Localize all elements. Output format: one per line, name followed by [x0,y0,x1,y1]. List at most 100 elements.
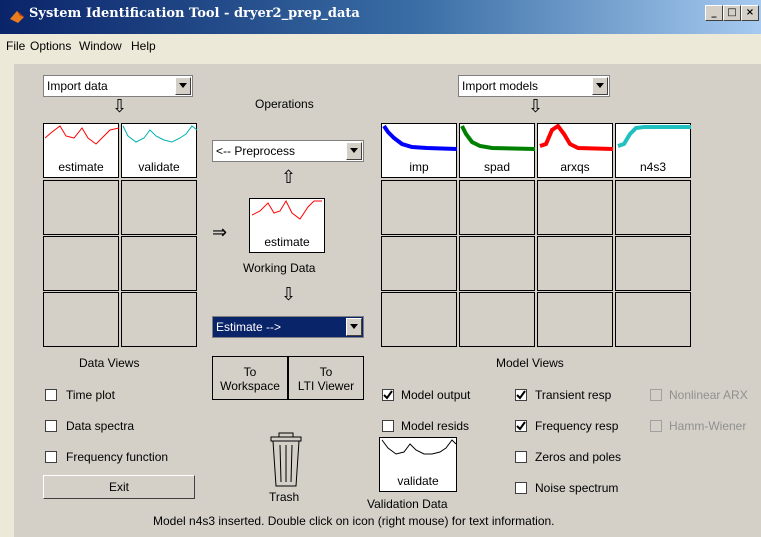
checkmark-icon [516,421,526,431]
maximize-button[interactable]: □ [723,5,741,21]
operations-label: Operations [255,97,314,111]
working-data-plot [251,199,322,220]
model-output-checkbox[interactable] [382,389,394,401]
data-spectra-label: Data spectra [66,419,135,433]
frequency-resp-checkbox[interactable] [515,420,527,432]
hamm-wiener-checkbox[interactable] [650,420,662,432]
model-slot-empty[interactable] [537,292,613,347]
model-slot-empty[interactable] [381,180,457,235]
menu-file[interactable]: File [6,39,25,53]
nonlinear-arx-label: Nonlinear ARX [669,388,748,402]
trash-icon[interactable] [269,432,303,488]
menu-help[interactable]: Help [131,39,156,53]
model-slot-label: n4s3 [639,160,667,174]
preprocess-value: <-- Preprocess [216,144,296,158]
working-data-label: Working Data [243,261,316,275]
title-bar[interactable]: System Identification Tool - dryer2_prep… [0,0,761,34]
estimate-value: Estimate --> [216,320,282,334]
transient-resp-checkbox[interactable] [515,389,527,401]
data-views-title: Data Views [79,356,140,370]
model-slot-empty[interactable] [537,180,613,235]
exit-button[interactable]: Exit [43,475,195,499]
model-slot-empty[interactable] [381,292,457,347]
to-lti-line1: To [319,365,333,379]
data-slot-empty[interactable] [121,292,197,347]
time-plot-checkbox[interactable] [45,389,57,401]
hamm-wiener-label: Hamm-Wiener [669,419,747,433]
validation-data-name: validate [397,474,439,488]
import-data-dropdown[interactable]: Import data [43,75,193,97]
arrow-down-icon: ⇩ [112,96,128,117]
preprocess-dropdown[interactable]: <-- Preprocess [212,140,364,162]
data-slot-empty[interactable] [121,236,197,291]
menu-window[interactable]: Window [79,39,122,53]
model-output-label: Model output [401,388,471,402]
zeros-poles-label: Zeros and poles [535,450,622,464]
estimate-dropdown[interactable]: Estimate --> [212,316,364,338]
estimate-data-plot [44,125,120,145]
arrow-up-icon: ⇧ [281,167,297,188]
trash-label: Trash [269,490,300,504]
model-slot-empty[interactable] [615,236,691,291]
model-slot-empty[interactable] [459,292,535,347]
minimize-button[interactable]: _ [705,5,723,21]
noise-spectrum-checkbox[interactable] [515,482,527,494]
arrow-right-icon: ⇒ [212,222,228,243]
model-slot-empty[interactable] [537,236,613,291]
import-models-dropdown[interactable]: Import models [458,75,610,97]
app-window: System Identification Tool - dryer2_prep… [0,0,761,537]
import-models-value: Import models [462,79,539,93]
working-data-icon[interactable]: estimate [249,198,325,253]
n4s3-model-plot [617,125,691,148]
chevron-down-icon [175,77,191,95]
data-slot-label: validate [138,160,180,174]
data-spectra-checkbox[interactable] [45,420,57,432]
arrow-down-icon: ⇩ [281,284,297,305]
status-bar: Model n4s3 inserted. Double click on ico… [153,514,555,528]
model-slot-empty[interactable] [459,236,535,291]
spad-model-plot [460,125,536,151]
validation-data-label: Validation Data [367,497,448,511]
model-slot-spad[interactable]: spad [459,123,536,178]
model-slot-empty[interactable] [381,236,457,291]
close-button[interactable]: × [741,5,759,21]
imp-model-plot [382,124,458,151]
data-slot-empty[interactable] [43,292,119,347]
validation-data-plot [381,439,457,455]
model-resids-checkbox[interactable] [382,420,394,432]
chevron-down-icon [592,77,608,95]
checkmark-icon [383,390,393,400]
to-workspace-button[interactable]: To Workspace [212,356,288,400]
model-slot-arxqs[interactable]: arxqs [537,123,614,178]
model-slot-n4s3[interactable]: n4s3 [615,123,691,178]
frequency-function-checkbox[interactable] [45,451,57,463]
chevron-down-icon [346,318,362,336]
zeros-poles-checkbox[interactable] [515,451,527,463]
model-slot-empty[interactable] [615,180,691,235]
frequency-resp-label: Frequency resp [535,419,619,433]
to-workspace-line2: Workspace [220,379,280,393]
nonlinear-arx-checkbox[interactable] [650,389,662,401]
data-slot-validate[interactable]: validate [121,123,198,178]
checkmark-icon [516,390,526,400]
data-slot-empty[interactable] [43,180,119,235]
model-slot-imp[interactable]: imp [381,123,458,178]
menu-bar: File Options Window Help [0,34,761,58]
model-resids-label: Model resids [401,419,470,433]
to-lti-viewer-button[interactable]: To LTI Viewer [288,356,364,400]
model-slot-empty[interactable] [615,292,691,347]
transient-resp-label: Transient resp [535,388,612,402]
model-slot-label: imp [409,160,429,174]
to-workspace-line1: To [243,365,257,379]
menu-options[interactable]: Options [30,39,71,53]
data-slot-empty[interactable] [43,236,119,291]
import-data-value: Import data [47,79,108,93]
model-views-title: Model Views [496,356,564,370]
arxqs-model-plot [539,124,614,151]
data-slot-empty[interactable] [121,180,197,235]
model-slot-label: spad [483,160,511,174]
model-slot-empty[interactable] [459,180,535,235]
data-slot-estimate[interactable]: estimate [43,123,120,178]
time-plot-label: Time plot [66,388,115,402]
validation-data-icon[interactable]: validate [379,437,457,492]
